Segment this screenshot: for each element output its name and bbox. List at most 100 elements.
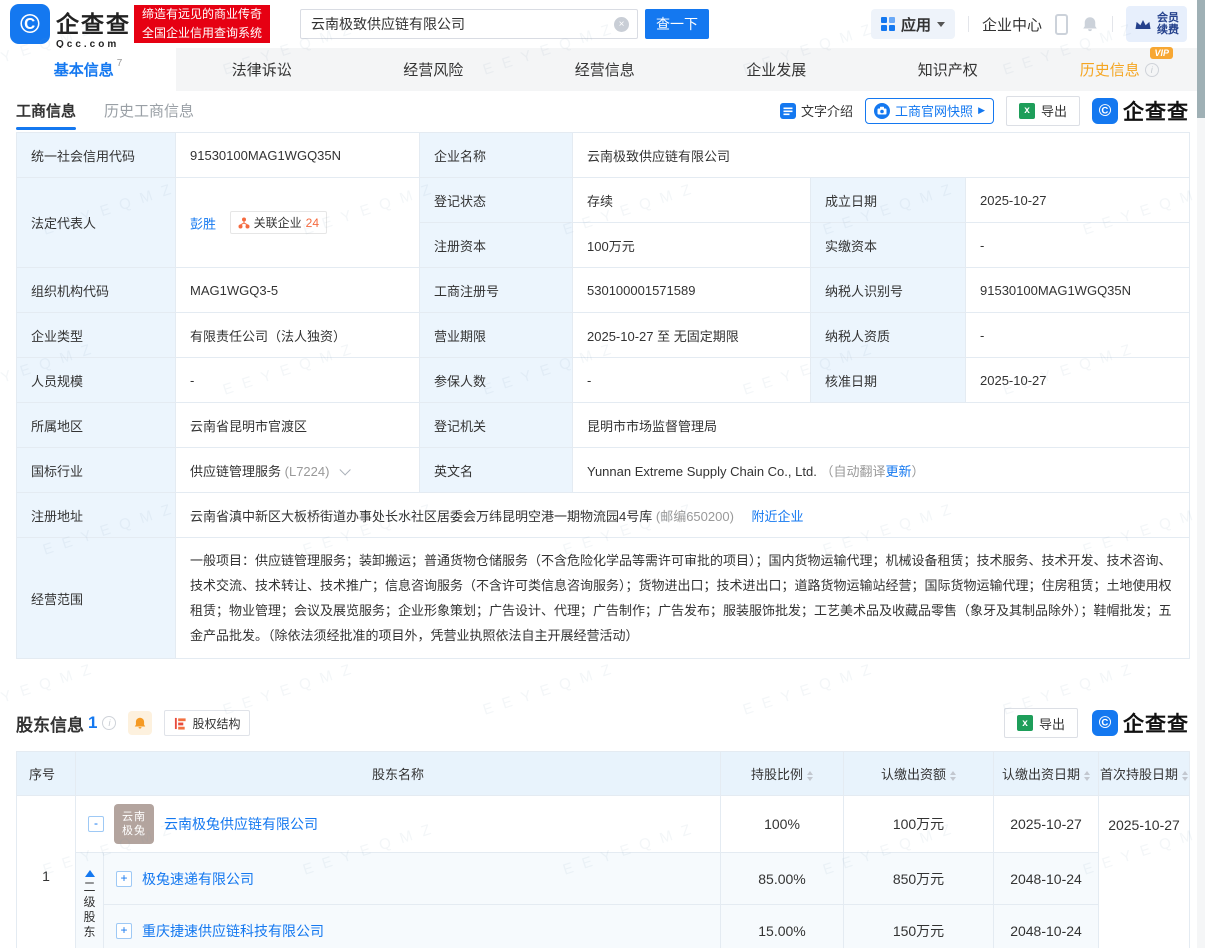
shareholder-link[interactable]: 云南极兔供应链有限公司 <box>164 814 318 834</box>
export-shareholders-button[interactable]: x 导出 <box>1003 708 1078 738</box>
text-doc-icon <box>780 102 797 119</box>
field-value: 2025-10-27 至 无固定期限 <box>572 312 811 358</box>
subtab-history-registration-info[interactable]: 历史工商信息 <box>104 91 194 130</box>
section-toolbar: 工商信息 历史工商信息 文字介绍 工商官网快照 ▶ x 导出 © 企查查 <box>0 91 1205 130</box>
field-value: 云南省昆明市官渡区 <box>175 402 420 448</box>
vip-label: 会员 续费 <box>1157 12 1179 36</box>
field-label: 人员规模 <box>16 357 176 403</box>
qcc-watermark-logo: © 企查查 <box>1092 96 1189 126</box>
notification-bell-icon[interactable] <box>1081 15 1099 33</box>
field-label: 注册资本 <box>419 222 573 268</box>
scrollbar-track[interactable] <box>1197 0 1205 948</box>
shareholders-header: 股东信息 1 i 股权结构 x 导出 © 企查查 <box>16 703 1189 743</box>
field-value: 91530100MAG1WGQ35N <box>964 267 1191 313</box>
business-scope-cell: 一般项目：供应链管理服务；装卸搬运；普通货物仓储服务（不含危险化学品等需许可审批… <box>174 537 1191 659</box>
chevron-down-icon <box>339 463 351 476</box>
field-label: 组织机构代码 <box>16 267 176 313</box>
field-value: 云南极致供应链有限公司 <box>571 132 1191 178</box>
field-label: 英文名 <box>419 447 573 493</box>
tab-intellectual-property[interactable]: 知识产权 <box>862 48 1034 91</box>
field-label: 所属地区 <box>16 402 176 448</box>
field-label: 经营范围 <box>16 537 176 659</box>
sub-shareholder-label: 二级股东 <box>83 879 96 939</box>
qcc-watermark-logo: © 企查查 <box>1092 708 1189 738</box>
col-first-date-sortable[interactable]: 首次持股日期 <box>1098 751 1191 796</box>
amount-value: 150万元 <box>843 904 995 948</box>
field-value: 有限责任公司（法人独资） <box>175 312 420 358</box>
vip-renew-button[interactable]: 会员 续费 <box>1126 6 1187 42</box>
equity-structure-button[interactable]: 股权结构 <box>164 710 251 736</box>
date-value: 2048-10-24 <box>993 904 1100 948</box>
monitor-bell-button[interactable] <box>128 711 153 735</box>
header-right-cluster: 应用 企业中心 会员 续费 <box>870 0 1187 48</box>
shareholder-name-cell: + 重庆捷速供应链科技有限公司 <box>102 904 722 948</box>
divider <box>967 16 969 32</box>
ratio-value: 85.00% <box>720 852 845 905</box>
field-label: 工商注册号 <box>419 267 573 313</box>
info-icon: i <box>1144 62 1159 77</box>
search-button[interactable]: 查一下 <box>645 9 709 39</box>
field-value: - <box>572 357 811 403</box>
info-icon: i <box>102 716 117 730</box>
col-ratio-sortable[interactable]: 持股比例 <box>720 751 845 796</box>
field-label: 法定代表人 <box>16 177 176 268</box>
enterprise-center-link[interactable]: 企业中心 <box>982 14 1042 35</box>
search-input[interactable] <box>301 16 614 32</box>
field-value: 昆明市市场监督管理局 <box>571 402 1191 448</box>
english-name-cell: Yunnan Extreme Supply Chain Co., Ltd. （自… <box>571 447 1191 493</box>
official-snapshot-button[interactable]: 工商官网快照 ▶ <box>865 97 994 124</box>
mobile-app-icon[interactable] <box>1055 13 1068 35</box>
equity-chart-icon <box>175 717 187 730</box>
collapse-triangle-icon[interactable] <box>84 869 95 877</box>
apps-dropdown[interactable]: 应用 <box>870 9 955 39</box>
col-date-sortable[interactable]: 认缴出资日期 <box>993 751 1100 796</box>
col-amount-sortable[interactable]: 认缴出资额 <box>843 751 995 796</box>
excel-icon: x <box>1016 715 1033 731</box>
translate-update-link[interactable]: 更新 <box>885 464 911 479</box>
expand-button[interactable]: + <box>116 870 132 887</box>
tab-company-development[interactable]: 企业发展 <box>691 48 863 91</box>
collapse-button[interactable]: - <box>88 816 104 832</box>
clear-search-icon[interactable]: × <box>614 16 629 32</box>
shareholder-link[interactable]: 重庆捷速供应链科技有限公司 <box>142 921 324 941</box>
slogan-line1: 缔造有远见的商业传奇 <box>142 7 263 21</box>
expand-button[interactable]: + <box>116 922 132 939</box>
export-button[interactable]: x 导出 <box>1005 95 1080 126</box>
industry-dropdown[interactable]: 供应链管理服务 (L7224) <box>175 447 420 493</box>
field-value: 91530100MAG1WGQ35N <box>175 132 420 178</box>
shareholder-link[interactable]: 极兔速递有限公司 <box>142 869 254 889</box>
field-label: 国标行业 <box>16 447 176 493</box>
tab-business-info[interactable]: 经营信息 <box>519 48 691 91</box>
related-companies-tag[interactable]: 关联企业 24 <box>229 211 328 234</box>
tab-operational-risk[interactable]: 经营风险 <box>348 48 520 91</box>
legal-rep-link[interactable]: 彭胜 <box>190 217 216 232</box>
field-label: 统一社会信用代码 <box>16 132 176 178</box>
scrollbar-thumb[interactable] <box>1197 0 1205 118</box>
search-box[interactable]: × <box>300 9 638 39</box>
business-info-table: 统一社会信用代码 91530100MAG1WGQ35N 企业名称 云南极致供应链… <box>16 132 1191 659</box>
field-label: 成立日期 <box>810 177 966 223</box>
shareholder-row-sub: + 重庆捷速供应链科技有限公司 15.00% 150万元 2048-10-24 <box>17 904 1190 948</box>
crown-icon <box>1135 19 1151 29</box>
field-label: 登记状态 <box>419 177 573 223</box>
subtab-registration-info[interactable]: 工商信息 <box>16 91 77 130</box>
nearby-companies-link[interactable]: 附近企业 <box>752 509 804 524</box>
avatar: 云南 极兔 <box>114 804 154 844</box>
field-value: 530100001571589 <box>572 267 811 313</box>
field-label: 纳税人识别号 <box>810 267 966 313</box>
qcc-logo-icon: © <box>10 4 50 44</box>
ratio-value: 100% <box>720 795 845 853</box>
tab-basic-info[interactable]: 基本信息 7 <box>0 48 176 91</box>
divider <box>1112 16 1113 32</box>
apps-label: 应用 <box>900 16 931 34</box>
tab-legal-litigation[interactable]: 法律诉讼 <box>176 48 348 91</box>
shareholder-name-cell: - 云南 极兔 云南极兔供应链有限公司 <box>74 795 722 853</box>
shareholder-name-cell: + 极兔速递有限公司 <box>102 852 722 905</box>
top-header: © 企查查 Qcc.com 缔造有远见的商业传奇 全国企业信用查询系统 × 查一… <box>0 0 1205 50</box>
field-label: 实缴资本 <box>810 222 966 268</box>
qcc-brand: 企查查 Qcc.com <box>56 5 131 50</box>
tab-history-info[interactable]: VIP 历史信息 i <box>1034 47 1205 91</box>
field-label: 参保人数 <box>419 357 573 403</box>
brand-name: 企查查 <box>56 11 131 37</box>
text-intro-button[interactable]: 文字介绍 <box>780 101 853 120</box>
